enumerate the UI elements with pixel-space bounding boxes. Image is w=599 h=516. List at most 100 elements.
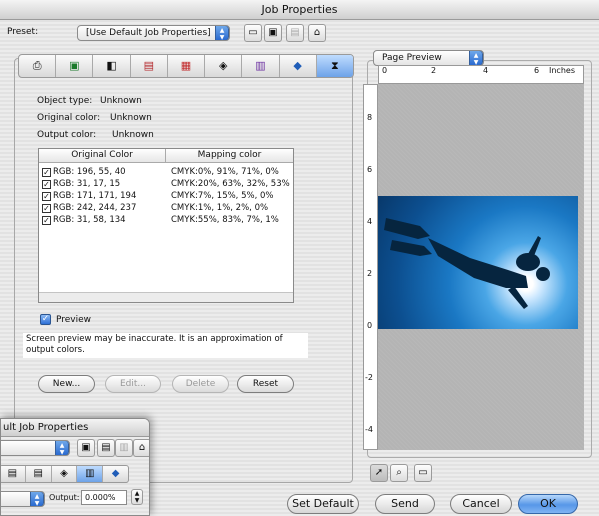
view-dropdown[interactable]: Page Preview ▲ ▼ [373, 50, 484, 66]
ruler-label: 6 [367, 165, 373, 174]
table-row[interactable]: ✓ RGB: 171, 171, 194 CMYK:7%, 15%, 5%, 0% [42, 191, 292, 202]
background-value-dropdown[interactable]: ▲ ▼ [1, 491, 45, 507]
tab-color-mapping[interactable]: ◈ [205, 55, 243, 77]
ok-button[interactable]: OK [518, 494, 578, 514]
row-checkbox[interactable]: ✓ [42, 192, 51, 201]
save-icon[interactable]: ▣ [264, 24, 282, 42]
color-bars-icon: ▤ [7, 468, 18, 479]
row-checkbox[interactable]: ✓ [42, 168, 51, 177]
mapping-color-cell: CMYK:20%, 63%, 32%, 53% [171, 179, 290, 189]
page-icon[interactable]: ▭ [414, 464, 432, 482]
background-preset-dropdown[interactable]: ▲ ▼ [1, 440, 70, 456]
ruler-label: 0 [382, 66, 388, 75]
zoom-icon[interactable]: ⌕ [390, 464, 408, 482]
save-as-icon[interactable]: ▤ [97, 439, 115, 457]
tab-color[interactable]: ◧ [93, 55, 131, 77]
printer-icon: ⎙ [32, 59, 42, 72]
vertical-ruler: 8 6 4 2 0 -2 -4 [363, 84, 378, 450]
object-type-value: Unknown [100, 96, 142, 106]
cancel-button[interactable]: Cancel [450, 494, 512, 514]
reset-button[interactable]: Reset [237, 375, 294, 393]
tab-bg-1[interactable]: ▤ [1, 466, 26, 482]
color-mapping-icon: ◈ [218, 59, 228, 72]
save-as-icon[interactable]: ▤ [286, 24, 304, 42]
color-icon: ▤ [33, 468, 43, 479]
column-header-original[interactable]: Original Color [39, 149, 166, 162]
ruler-label: -2 [365, 373, 373, 382]
table-row[interactable]: ✓ RGB: 31, 17, 15 CMYK:20%, 63%, 32%, 53% [42, 179, 292, 190]
table-row[interactable]: ✓ RGB: 31, 58, 134 CMYK:55%, 83%, 7%, 1% [42, 215, 292, 226]
color-mapping-icon: ◈ [60, 468, 68, 479]
new-button[interactable]: New... [38, 375, 95, 393]
preset-dropdown[interactable]: [Use Default Job Properties] ▲ ▼ [77, 25, 230, 41]
row-checkbox[interactable]: ✓ [42, 216, 51, 225]
row-checkbox[interactable]: ✓ [42, 204, 51, 213]
table-row[interactable]: ✓ RGB: 242, 244, 237 CMYK:1%, 1%, 2%, 0% [42, 203, 292, 214]
original-color-cell: RGB: 196, 55, 40 [53, 167, 126, 177]
tab-bg-5[interactable]: ◆ [103, 466, 128, 482]
window-title: Job Properties [0, 0, 599, 20]
tab-color-bars[interactable]: ▤ [131, 55, 168, 77]
output-field[interactable]: 0.000% [81, 490, 127, 505]
tab-halftone[interactable]: ▦ [168, 55, 206, 77]
mapping-color-cell: CMYK:1%, 1%, 2%, 0% [171, 203, 269, 213]
edit-button[interactable]: Edit... [105, 375, 161, 393]
table-row[interactable]: ✓ RGB: 196, 55, 40 CMYK:0%, 91%, 71%, 0% [42, 167, 292, 178]
object-type-label: Object type: [37, 96, 93, 106]
preset-dropdown-value: [Use Default Job Properties] [86, 28, 211, 38]
output-stepper[interactable]: ▲ ▼ [131, 489, 143, 505]
ruler-label: 0 [367, 321, 373, 330]
view-dropdown-value: Page Preview [382, 53, 442, 63]
trash-icon[interactable]: ⌂ [133, 439, 149, 457]
row-checkbox[interactable]: ✓ [42, 180, 51, 189]
tab-page-setup[interactable]: ▣ [56, 55, 94, 77]
horizontal-scrollbar[interactable] [39, 292, 293, 302]
preview-checkbox[interactable]: ✓ [40, 314, 51, 325]
tab-bg-2[interactable]: ▤ [26, 466, 52, 482]
tab-layers[interactable]: ◆ [280, 55, 317, 77]
ruler-label: 4 [367, 217, 373, 226]
tab-swatch[interactable]: ▥ [242, 55, 280, 77]
diver-silhouette-image [384, 218, 550, 309]
tab-strip: ⎙ ▣ ◧ ▤ ▦ ◈ ▥ ◆ ⧗ [18, 54, 354, 78]
ruler-unit: Inches [549, 66, 575, 75]
tab-output[interactable]: ⧗ [316, 55, 353, 77]
original-color-value: Unknown [110, 113, 152, 123]
arrow-icon[interactable]: ➚ [370, 464, 388, 482]
output-color-label: Output color: [37, 130, 97, 140]
background-tab-strip: ▤ ▤ ◈ ▥ ◆ [1, 465, 129, 483]
preview-image[interactable] [378, 196, 578, 329]
tab-printer[interactable]: ⎙ [19, 55, 57, 77]
original-color-cell: RGB: 171, 171, 194 [53, 191, 137, 201]
color-icon: ◧ [106, 59, 117, 72]
mapping-color-cell: CMYK:55%, 83%, 7%, 1% [171, 215, 279, 225]
output-icon: ⧗ [330, 59, 339, 72]
output-label: Output: [49, 493, 80, 502]
halftone-icon: ▦ [180, 59, 192, 72]
trash-icon[interactable]: ⌂ [308, 24, 326, 42]
ruler-label: 6 [534, 66, 540, 75]
tab-bg-4[interactable]: ▥ [77, 466, 104, 482]
color-mapping-table: Original Color Mapping color ✓ RGB: 196, … [38, 148, 294, 303]
delete-button[interactable]: Delete [172, 375, 229, 393]
swatch-icon: ▥ [255, 59, 266, 72]
background-job-properties-window[interactable]: ult Job Properties ▲ ▼ ▣ ▤ ▥ ⌂ ▤ ▤ ◈ ▥ ◆ … [0, 418, 150, 516]
dropdown-arrows-icon: ▲ ▼ [30, 492, 44, 506]
edit-icon[interactable]: ▥ [115, 439, 133, 457]
ruler-label: -4 [365, 425, 373, 434]
ruler-label: 2 [367, 269, 373, 278]
dropdown-arrows-icon: ▲ ▼ [215, 26, 229, 40]
layers-icon: ◆ [111, 468, 120, 479]
dropdown-arrows-icon: ▲ ▼ [469, 51, 483, 65]
color-bars-icon: ▤ [143, 59, 154, 72]
column-header-mapping[interactable]: Mapping color [166, 149, 293, 162]
open-icon[interactable]: ▭ [244, 24, 262, 42]
layers-icon: ◆ [293, 59, 302, 72]
set-default-button[interactable]: Set Default [287, 494, 359, 514]
tab-bg-3[interactable]: ◈ [52, 466, 78, 482]
preset-label: Preset: [7, 27, 39, 37]
send-button[interactable]: Send [375, 494, 435, 514]
save-icon[interactable]: ▣ [77, 439, 95, 457]
background-window-title: ult Job Properties [1, 419, 149, 437]
ruler-label: 4 [483, 66, 489, 75]
